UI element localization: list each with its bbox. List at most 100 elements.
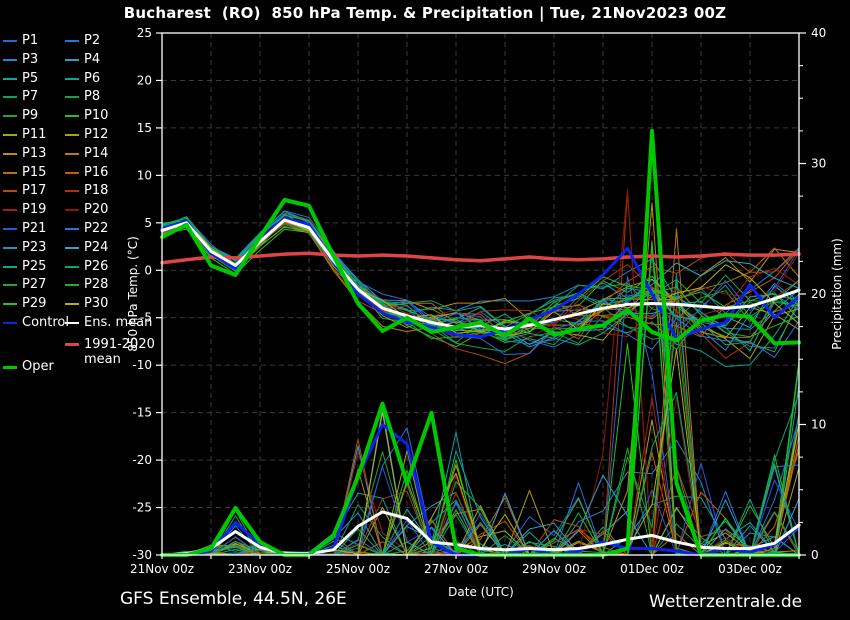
legend-swatch-p30 <box>65 303 79 305</box>
legend-item-p3: P3 <box>3 52 38 68</box>
legend-label-oper: Oper <box>22 360 54 374</box>
legend-swatch-p9 <box>3 115 17 117</box>
legend-label-p5: P5 <box>22 72 38 86</box>
legend-swatch-clim-mean <box>65 343 79 346</box>
legend-label-p28: P28 <box>84 278 108 292</box>
date-tick-label: 01Dec 00z <box>620 562 684 576</box>
legend-swatch-p1 <box>3 40 17 42</box>
legend-label-clim-line1: 1991-2020 <box>84 337 155 352</box>
legend-swatch-p22 <box>65 228 79 230</box>
precip-tick-label: 30 <box>811 157 826 171</box>
legend-item-p22: P22 <box>65 221 108 237</box>
legend-item-p20: P20 <box>65 202 108 218</box>
legend-item-p11: P11 <box>3 127 46 143</box>
member-precip-line-p27 <box>162 323 799 556</box>
member-precip-line-p6 <box>162 384 799 555</box>
legend-swatch-p4 <box>65 59 79 61</box>
legend-swatch-p24 <box>65 247 79 249</box>
legend-label-p20: P20 <box>84 203 108 217</box>
legend-panel: P1P2P3P4P5P6P7P8P9P10P11P12P13P14P15P16P… <box>3 33 161 413</box>
legend-item-p14: P14 <box>65 146 108 162</box>
legend-item-p18: P18 <box>65 183 108 199</box>
legend-label-p17: P17 <box>22 184 46 198</box>
legend-swatch-p8 <box>65 96 79 98</box>
precip-tick-label: 10 <box>811 418 826 432</box>
legend-label-p14: P14 <box>84 147 108 161</box>
legend-item-p4: P4 <box>65 52 100 68</box>
legend-label-p2: P2 <box>84 34 100 48</box>
legend-item-p26: P26 <box>65 259 108 275</box>
legend-swatch-p5 <box>3 78 17 80</box>
date-tick-label: 27Nov 00z <box>424 562 488 576</box>
legend-swatch-ens-mean <box>65 322 79 324</box>
legend-swatch-p17 <box>3 190 17 192</box>
legend-label-p3: P3 <box>22 53 38 67</box>
temp-tick-label: -25 <box>132 501 152 515</box>
legend-item-p29: P29 <box>3 296 46 312</box>
legend-label-p11: P11 <box>22 128 46 142</box>
legend-item-p17: P17 <box>3 183 46 199</box>
legend-swatch-p6 <box>65 78 79 80</box>
legend-swatch-p20 <box>65 209 79 211</box>
legend-swatch-p29 <box>3 303 17 305</box>
legend-swatch-p7 <box>3 96 17 98</box>
legend-item-oper: Oper <box>3 359 54 375</box>
precip-tick-label: 0 <box>811 548 819 562</box>
legend-swatch-p11 <box>3 134 17 136</box>
legend-label-p19: P19 <box>22 203 46 217</box>
legend-label-p24: P24 <box>84 241 108 255</box>
precip-tick-label: 40 <box>811 26 826 40</box>
legend-label-p9: P9 <box>22 109 38 123</box>
meteogram-page: Bucharest (RO) 850 hPa Temp. & Precipita… <box>0 0 850 620</box>
legend-item-p24: P24 <box>65 240 108 256</box>
legend-label-p27: P27 <box>22 278 46 292</box>
legend-label-p13: P13 <box>22 147 46 161</box>
legend-label-p25: P25 <box>22 260 46 274</box>
legend-item-p28: P28 <box>65 277 108 293</box>
member-precip-line-p4 <box>162 138 799 555</box>
legend-label-p10: P10 <box>84 109 108 123</box>
legend-swatch-p12 <box>65 134 79 136</box>
legend-item-p21: P21 <box>3 221 46 237</box>
date-tick-label: 29Nov 00z <box>522 562 586 576</box>
legend-swatch-p23 <box>3 247 17 249</box>
legend-swatch-p25 <box>3 266 17 268</box>
temp-tick-label: -20 <box>132 453 152 467</box>
legend-label-p30: P30 <box>84 297 108 311</box>
member-precip-line-p24 <box>162 408 799 555</box>
legend-item-p10: P10 <box>65 108 108 124</box>
legend-item-p13: P13 <box>3 146 46 162</box>
legend-swatch-p13 <box>3 153 17 155</box>
legend-label-p21: P21 <box>22 222 46 236</box>
member-precip-line-p7 <box>162 394 799 555</box>
legend-swatch-p3 <box>3 59 17 61</box>
date-tick-label: 21Nov 00z <box>130 562 194 576</box>
legend-label-p16: P16 <box>84 166 108 180</box>
legend-label-p1: P1 <box>22 34 38 48</box>
member-precip-line-p2 <box>162 273 799 555</box>
legend-label-p22: P22 <box>84 222 108 236</box>
legend-item-p30: P30 <box>65 296 108 312</box>
legend-label-clim-mean: 1991-2020mean <box>84 337 155 367</box>
precip-axis-title: Precipitation (mm) <box>830 238 844 350</box>
legend-swatch-p10 <box>65 115 79 117</box>
date-tick-label: 03Dec 00z <box>718 562 782 576</box>
legend-swatch-control <box>3 322 17 324</box>
oper-precip-line <box>162 131 799 555</box>
member-precip-line-p28 <box>162 249 799 555</box>
legend-label-p29: P29 <box>22 297 46 311</box>
legend-label-p23: P23 <box>22 241 46 255</box>
date-tick-label: 23Nov 00z <box>228 562 292 576</box>
legend-item-p12: P12 <box>65 127 108 143</box>
legend-swatch-p15 <box>3 172 17 174</box>
legend-swatch-p14 <box>65 153 79 155</box>
oper-temp-line <box>162 200 799 343</box>
legend-item-p19: P19 <box>3 202 46 218</box>
legend-swatch-p19 <box>3 209 17 211</box>
temp-tick-label: -30 <box>132 548 152 562</box>
legend-item-p25: P25 <box>3 259 46 275</box>
legend-swatch-p21 <box>3 228 17 230</box>
legend-label-ens-mean: Ens. mean <box>84 316 152 330</box>
legend-item-ens-mean: Ens. mean <box>65 315 152 331</box>
legend-item-p6: P6 <box>65 71 100 87</box>
